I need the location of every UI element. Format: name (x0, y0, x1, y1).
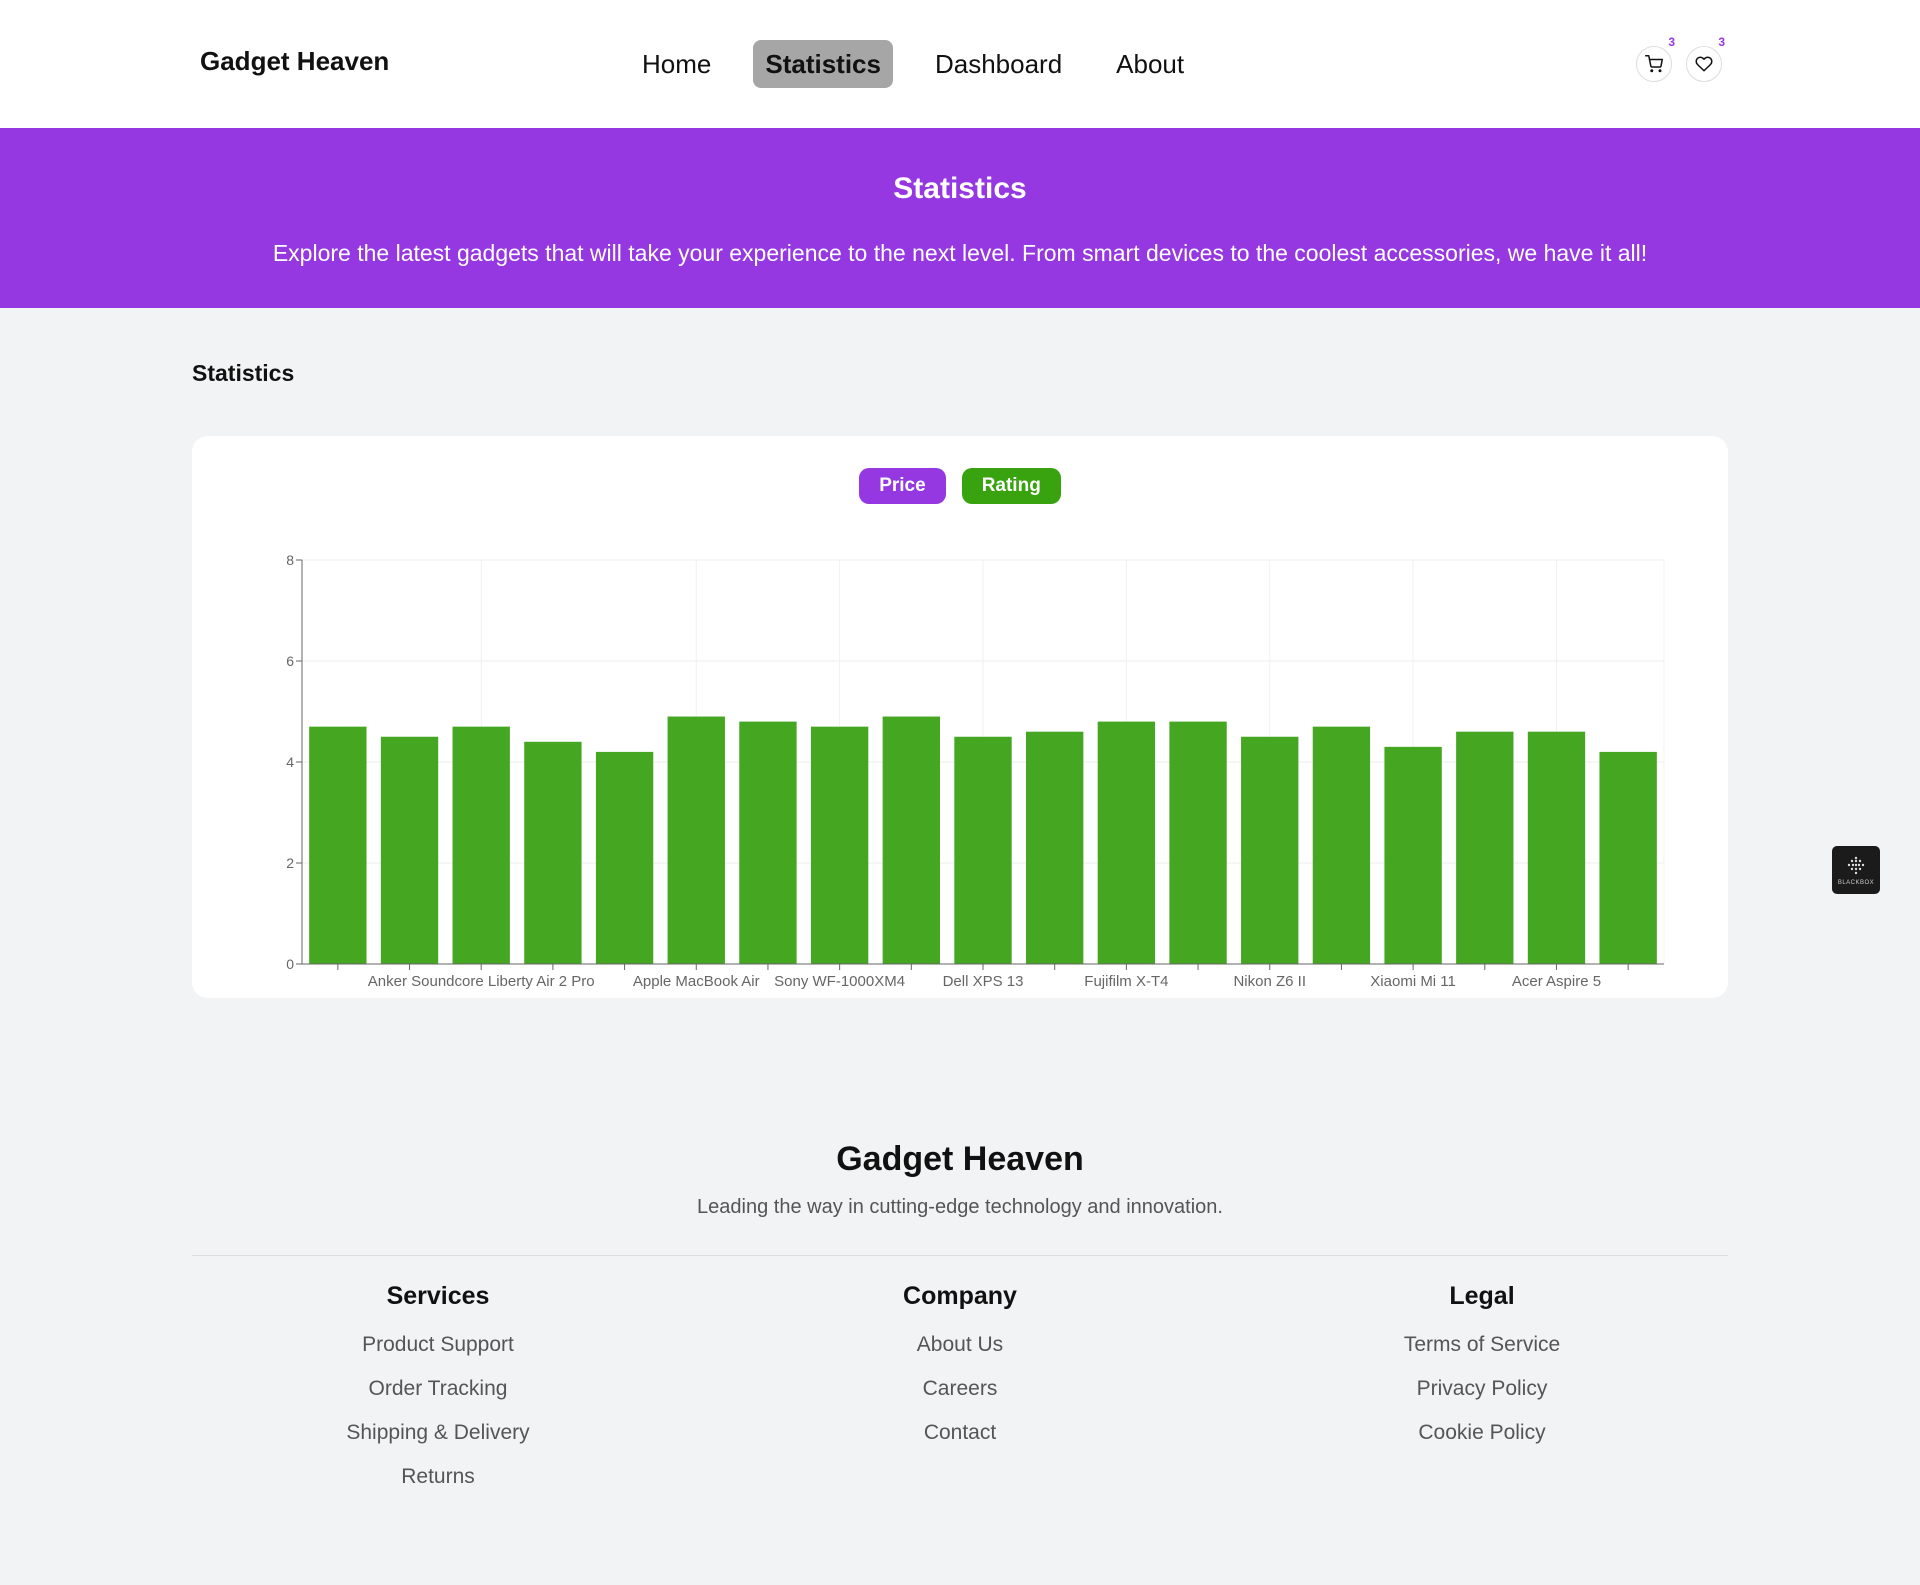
footer-link-about-us[interactable]: About Us (760, 1323, 1160, 1367)
chart-bar (380, 736, 439, 964)
x-tick-label: Dell XPS 13 (943, 973, 1024, 990)
nav-icons: 3 3 (1636, 35, 1725, 82)
footer-divider (192, 1255, 1728, 1256)
nav-home-link[interactable]: Home (630, 40, 723, 88)
heart-icon (1695, 56, 1713, 72)
footer-link-product-support[interactable]: Product Support (238, 1323, 638, 1367)
y-tick-label: 6 (286, 653, 294, 669)
footer-services-column: Services Product Support Order Tracking … (238, 1282, 638, 1499)
chart-bar (739, 721, 797, 964)
banner-description: Explore the latest gadgets that will tak… (272, 240, 1648, 266)
rating-bar-chart: 0 2 4 6 8 Anker Soundcore Liberty Air 2 Pro Ap… (286, 552, 1665, 990)
footer-link-privacy-policy[interactable]: Privacy Policy (1282, 1367, 1682, 1411)
blackbox-widget-button[interactable]: BLACKBOX (1832, 846, 1880, 894)
footer-legal-column: Legal Terms of Service Privacy Policy Co… (1282, 1282, 1682, 1455)
brand-logo[interactable]: Gadget Heaven (200, 46, 389, 77)
y-tick-label: 8 (286, 552, 294, 568)
navbar: Gadget Heaven Home Statistics Dashboard … (0, 0, 1920, 128)
nav-statistics-link[interactable]: Statistics (753, 40, 893, 88)
y-tick-label: 2 (286, 855, 294, 871)
chart-bar (1241, 736, 1299, 964)
footer-link-order-tracking[interactable]: Order Tracking (238, 1367, 638, 1411)
x-tick-label: Acer Aspire 5 (1512, 973, 1601, 990)
section-title: Statistics (192, 360, 295, 386)
x-tick-label: Xiaomi Mi 11 (1370, 973, 1456, 990)
rating-toggle-button[interactable]: Rating (961, 468, 1061, 504)
x-tick-label: Apple MacBook Air (633, 973, 760, 990)
x-tick-label: Anker Soundcore Liberty Air 2 Pro (368, 973, 595, 990)
chart-bar (1527, 731, 1586, 964)
chart-bar (1312, 726, 1371, 964)
chart-bar (1026, 731, 1084, 964)
nav-dashboard-link[interactable]: Dashboard (923, 40, 1074, 88)
footer-link-terms-of-service[interactable]: Terms of Service (1282, 1323, 1682, 1367)
blackbox-label: BLACKBOX (1837, 879, 1875, 886)
y-tick-label: 0 (286, 956, 294, 972)
chart-bar (1169, 721, 1227, 964)
footer-services-title: Services (386, 1282, 490, 1310)
chart-bar (309, 726, 367, 964)
wishlist-button[interactable]: 3 (1686, 35, 1725, 82)
footer-link-cookie-policy[interactable]: Cookie Policy (1282, 1411, 1682, 1455)
banner-title: Statistics (893, 172, 1027, 205)
nav-about-link[interactable]: About (1104, 40, 1196, 88)
footer-tagline: Leading the way in cutting-edge technolo… (697, 1196, 1223, 1218)
footer-link-contact[interactable]: Contact (760, 1411, 1160, 1455)
footer-link-shipping-delivery[interactable]: Shipping & Delivery (238, 1411, 638, 1455)
chart-bar (595, 751, 654, 964)
nav-links: Home Statistics Dashboard About (630, 40, 1196, 88)
chart-bar (882, 716, 940, 964)
footer-link-careers[interactable]: Careers (760, 1367, 1160, 1411)
wishlist-count-badge: 3 (1718, 35, 1725, 49)
chart-bar (452, 726, 510, 964)
footer-legal-title: Legal (1449, 1282, 1515, 1310)
chart-card: Price Rating 0 2 4 6 8 Anker Soundcore Libert… (192, 436, 1728, 998)
footer-brand: Gadget Heaven (836, 1140, 1084, 1178)
footer-link-returns[interactable]: Returns (238, 1455, 638, 1499)
footer-company-title: Company (903, 1282, 1017, 1310)
hero-banner: Statistics Explore the latest gadgets th… (0, 128, 1920, 308)
chart-toggle-group: Price Rating (192, 468, 1728, 504)
chart-bar (810, 726, 869, 964)
price-toggle-button[interactable]: Price (859, 468, 946, 504)
chart-bar (1384, 746, 1442, 964)
cart-button[interactable]: 3 (1636, 35, 1675, 82)
blackbox-logo-icon (1847, 856, 1865, 874)
chart-bar (1599, 751, 1657, 964)
footer-company-column: Company About Us Careers Contact (760, 1282, 1160, 1455)
x-tick-label: Sony WF-1000XM4 (774, 973, 905, 990)
y-tick-label: 4 (286, 754, 294, 770)
cart-icon (1645, 55, 1663, 73)
x-tick-label: Nikon Z6 II (1233, 973, 1306, 990)
cart-count-badge: 3 (1668, 35, 1675, 49)
chart-bar (524, 741, 582, 964)
chart-bar (954, 736, 1012, 964)
x-tick-label: Fujifilm X-T4 (1084, 973, 1168, 990)
chart-bar (667, 716, 725, 964)
chart-bar (1097, 721, 1156, 964)
chart-bar (1456, 731, 1514, 964)
